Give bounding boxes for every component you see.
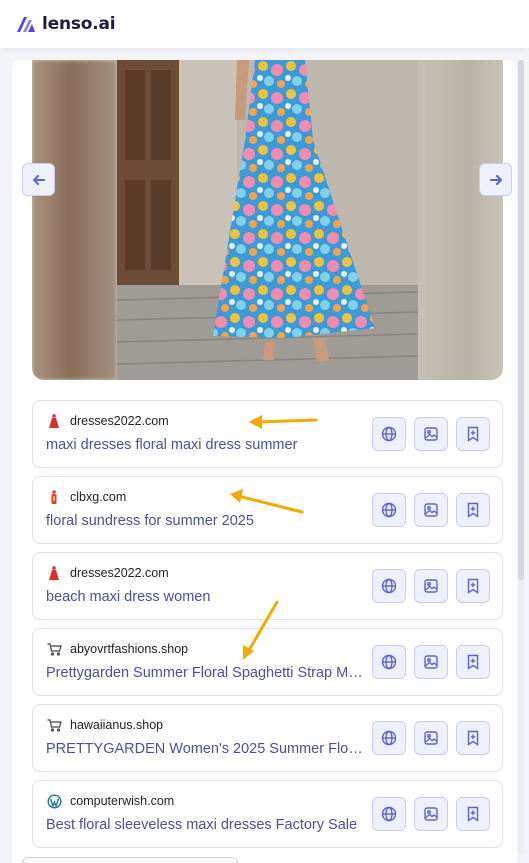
result-domain[interactable]: clbxg.com	[70, 490, 126, 504]
bookmark-plus-icon	[467, 578, 479, 594]
result-title[interactable]: Prettygarden Summer Floral Spaghetti Str…	[46, 665, 364, 681]
next-image-preview	[418, 60, 503, 380]
view-image-button[interactable]	[414, 569, 448, 603]
app-title[interactable]: lenso.ai	[42, 14, 116, 34]
app-header: lenso.ai	[0, 0, 529, 48]
arrow-right-icon	[489, 174, 502, 185]
image-icon	[424, 807, 438, 821]
red-figure-icon	[46, 489, 62, 505]
arrow-left-icon	[32, 174, 45, 185]
next-image-button[interactable]	[479, 163, 512, 196]
result-title[interactable]: maxi dresses floral maxi dress summer	[46, 437, 364, 453]
result-domain[interactable]: abyovrtfashions.shop	[70, 642, 188, 656]
result-item[interactable]: abyovrtfashions.shop Prettygarden Summer…	[32, 628, 503, 696]
result-title[interactable]: beach maxi dress women	[46, 589, 364, 605]
lenso-logo-icon[interactable]	[16, 15, 36, 33]
visit-website-button[interactable]	[372, 493, 406, 527]
save-result-button[interactable]	[456, 493, 490, 527]
main-photo	[117, 60, 418, 380]
bookmark-plus-icon	[467, 806, 479, 822]
previous-image-button[interactable]	[22, 163, 55, 196]
result-domain[interactable]: dresses2022.com	[70, 414, 169, 428]
image-icon	[424, 655, 438, 669]
scrollbar-thumb[interactable]	[518, 60, 524, 580]
view-image-button[interactable]	[414, 645, 448, 679]
result-domain[interactable]: computerwish.com	[70, 794, 174, 808]
red-dress-icon	[46, 565, 62, 581]
globe-icon	[381, 426, 397, 442]
image-icon	[424, 579, 438, 593]
globe-icon	[381, 730, 397, 746]
cart-icon	[46, 717, 62, 733]
result-item[interactable]: clbxg.com floral sundress for summer 202…	[32, 476, 503, 544]
result-title[interactable]: Best floral sleeveless maxi dresses Fact…	[46, 817, 364, 833]
view-image-button[interactable]	[414, 797, 448, 831]
visit-website-button[interactable]	[372, 645, 406, 679]
result-title[interactable]: PRETTYGARDEN Women's 2025 Summer Floral …	[46, 741, 364, 757]
bookmark-plus-icon	[467, 426, 479, 442]
globe-icon	[381, 578, 397, 594]
save-result-button[interactable]	[456, 417, 490, 451]
result-domain[interactable]: hawaiianus.shop	[70, 718, 163, 732]
scrollbar[interactable]	[518, 60, 524, 855]
result-item[interactable]: dresses2022.com maxi dresses floral maxi…	[32, 400, 503, 468]
image-icon	[424, 731, 438, 745]
globe-icon	[381, 654, 397, 670]
save-result-button[interactable]	[456, 569, 490, 603]
save-result-button[interactable]	[456, 721, 490, 755]
save-result-button[interactable]	[456, 645, 490, 679]
red-dress-icon	[46, 413, 62, 429]
view-image-button[interactable]	[414, 721, 448, 755]
result-item[interactable]: hawaiianus.shop PRETTYGARDEN Women's 202…	[32, 704, 503, 772]
bottom-partial-button[interactable]	[22, 857, 238, 863]
bookmark-plus-icon	[467, 654, 479, 670]
result-item[interactable]: computerwish.com Best floral sleeveless …	[32, 780, 503, 848]
visit-website-button[interactable]	[372, 417, 406, 451]
globe-icon	[381, 502, 397, 518]
save-result-button[interactable]	[456, 797, 490, 831]
image-icon	[424, 427, 438, 441]
image-icon	[424, 503, 438, 517]
view-image-button[interactable]	[414, 493, 448, 527]
cart-icon	[46, 641, 62, 657]
image-gallery	[32, 60, 503, 380]
bookmark-plus-icon	[467, 502, 479, 518]
visit-website-button[interactable]	[372, 721, 406, 755]
result-title[interactable]: floral sundress for summer 2025	[46, 513, 364, 529]
wordpress-icon	[46, 793, 62, 809]
visit-website-button[interactable]	[372, 797, 406, 831]
result-domain[interactable]: dresses2022.com	[70, 566, 169, 580]
globe-icon	[381, 806, 397, 822]
bookmark-plus-icon	[467, 730, 479, 746]
view-image-button[interactable]	[414, 417, 448, 451]
visit-website-button[interactable]	[372, 569, 406, 603]
previous-image-preview	[32, 60, 117, 380]
result-item[interactable]: dresses2022.com beach maxi dress women	[32, 552, 503, 620]
